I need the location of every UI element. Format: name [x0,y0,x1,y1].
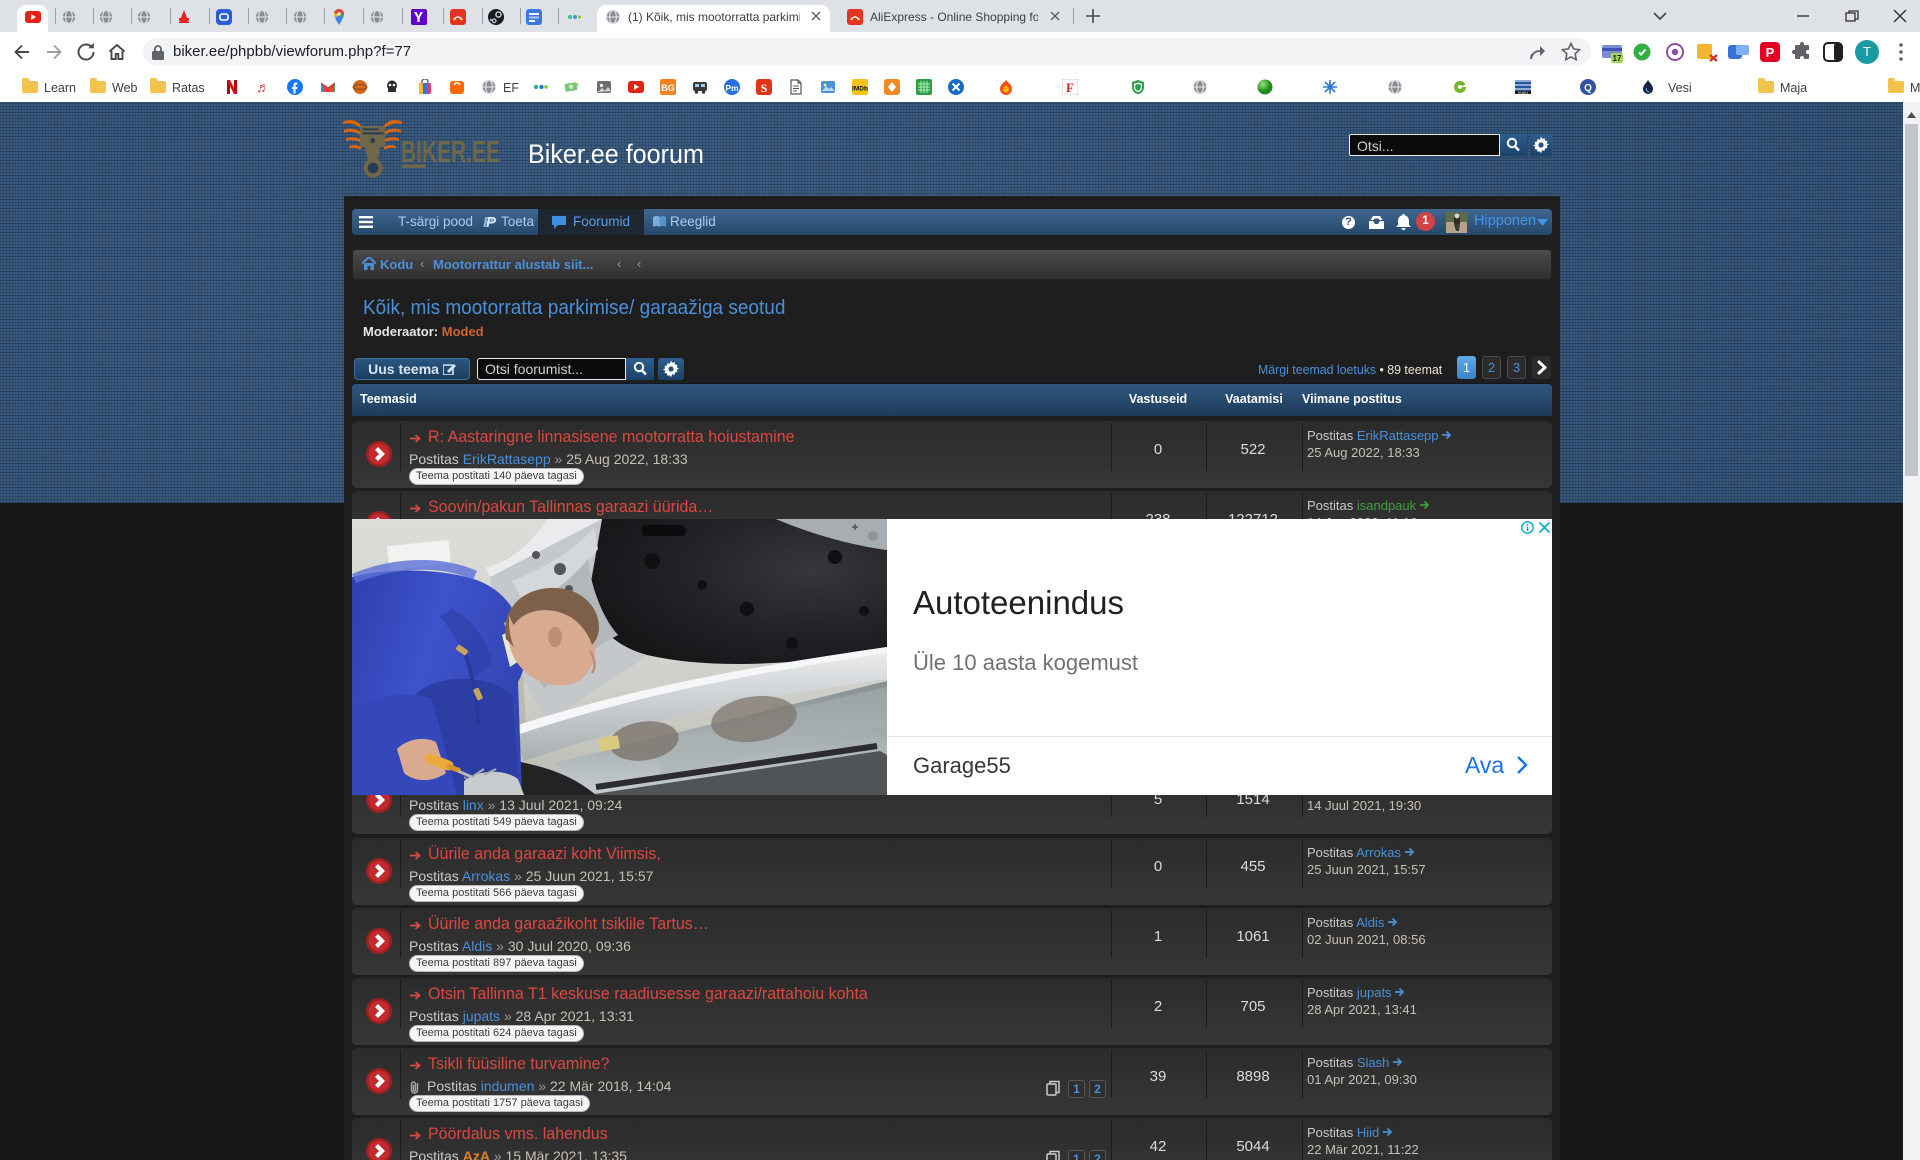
svg-text:17: 17 [1613,54,1622,63]
svg-text:F: F [1066,80,1074,95]
svg-text:KUKU: KUKU [1518,91,1528,95]
svg-text:BG: BG [661,83,675,93]
svg-text:♬: ♬ [256,81,270,95]
svg-text:Q: Q [1584,83,1592,94]
svg-text:P: P [486,214,497,230]
svg-text:IMDb: IMDb [852,86,868,93]
svg-text:S: S [761,81,768,95]
svg-text:BIKER.EE: BIKER.EE [401,134,500,169]
svg-text:Pm: Pm [725,83,739,93]
svg-text:P: P [1766,45,1775,60]
